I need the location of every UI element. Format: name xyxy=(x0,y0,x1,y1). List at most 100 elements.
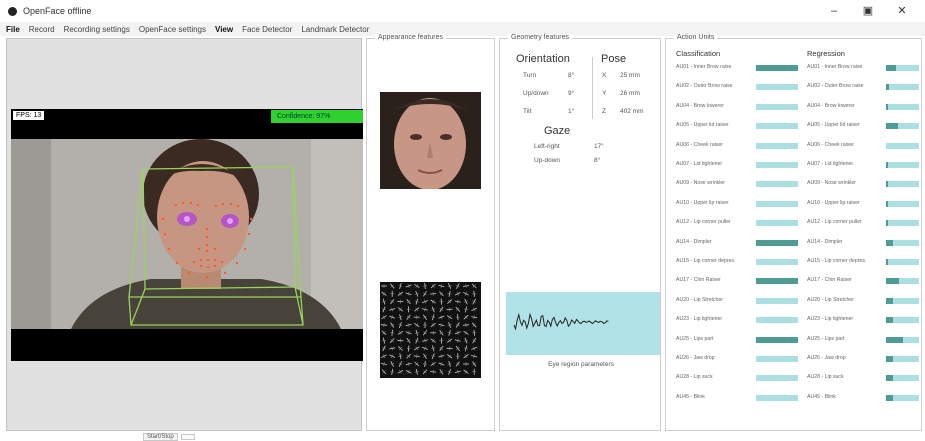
start-stop-button[interactable]: Start/Stop xyxy=(143,432,178,441)
orientation-updown-value: 9° xyxy=(568,90,575,97)
pose-z-value: 402 mm xyxy=(620,108,644,115)
au-classification-bar xyxy=(756,181,798,188)
classification-row: AU26 - Jaw drop xyxy=(676,354,802,364)
au-regression-fill xyxy=(886,278,899,285)
menu-record[interactable]: Record xyxy=(29,25,55,34)
au-regression-bar xyxy=(886,142,919,149)
au-classification-bar xyxy=(756,297,798,304)
eye-region-plot xyxy=(506,292,660,355)
au-classification-bar xyxy=(756,356,798,362)
au-classification-bar xyxy=(756,200,798,207)
au-classification-bar xyxy=(756,123,798,130)
au-regression-bar xyxy=(886,317,919,324)
video-panel: FPS: 13 Confidence: 97% xyxy=(6,38,363,431)
au-regression-fill xyxy=(886,297,893,304)
au-label: AU15 - Lip corner depres. xyxy=(807,258,867,264)
geometry-legend: Geometry features xyxy=(508,34,572,41)
classification-row: AU45 - Blink xyxy=(676,393,802,403)
menu-landmark-detector[interactable]: Landmark Detector xyxy=(301,25,369,34)
menu-view[interactable]: View xyxy=(215,25,233,34)
minimize-button[interactable]: – xyxy=(817,2,851,20)
au-classification-bar xyxy=(756,103,798,110)
menu-face-detector[interactable]: Face Detector xyxy=(242,25,292,34)
regression-row: AU06 - Cheek raiser xyxy=(807,141,919,151)
au-label: AU17 - Chin Raiser xyxy=(807,277,852,284)
au-regression-bar xyxy=(886,200,919,207)
close-button[interactable]: ✕ xyxy=(885,2,919,20)
regression-row: AU20 - Lip Stretcher xyxy=(807,296,919,306)
au-regression-fill xyxy=(886,375,894,382)
regression-row: AU15 - Lip corner depres. xyxy=(807,257,919,267)
au-classification-fill xyxy=(756,336,798,343)
pose-x-axis: X xyxy=(602,72,607,79)
au-regression-bar xyxy=(886,220,919,227)
au-regression-bar xyxy=(886,356,919,362)
au-classification-bar xyxy=(756,162,798,168)
classification-row: AU17 - Chin Raiser xyxy=(676,276,802,286)
au-label: AU06 - Cheek raiser xyxy=(676,141,723,148)
au-classification-bar xyxy=(756,336,798,343)
gaze-updown-label: Up-down xyxy=(534,157,561,164)
au-label: AU23 - Lip tightener xyxy=(807,316,854,323)
regression-row: AU04 - Brow lowerer xyxy=(807,102,919,112)
au-classification-bar xyxy=(756,220,798,227)
au-label: AU01 - Inner Brow raise xyxy=(676,64,732,70)
au-classification-bar xyxy=(756,259,798,265)
au-regression-bar xyxy=(886,181,919,188)
video-frame xyxy=(11,139,363,329)
pose-y-axis: Y xyxy=(602,90,607,97)
geometry-panel: Geometry features Orientation Pose Turn … xyxy=(499,34,661,431)
au-regression-bar xyxy=(886,239,919,246)
regression-row: AU25 - Lips part xyxy=(807,335,919,345)
au-regression-bar xyxy=(886,336,919,343)
menu-recording-settings[interactable]: Recording settings xyxy=(64,25,130,34)
orientation-tilt-label: Tilt xyxy=(523,108,532,115)
aligned-face-image xyxy=(380,92,481,189)
regression-row: AU23 - Lip tightener xyxy=(807,315,919,325)
au-label: AU12 - Lip corner puller xyxy=(807,219,862,226)
au-classification-fill xyxy=(756,65,798,71)
au-label: AU06 - Cheek raiser xyxy=(807,141,854,148)
au-classification-bar xyxy=(756,278,798,285)
regression-row: AU05 - Upper lid raiser xyxy=(807,121,919,131)
menu-bar: File Record Recording settings OpenFace … xyxy=(0,22,925,36)
au-regression-fill xyxy=(886,123,898,130)
regression-row: AU45 - Blink xyxy=(807,393,919,403)
au-label: AU26 - Jaw drop xyxy=(676,355,715,361)
au-regression-fill xyxy=(886,336,904,343)
au-label: AU04 - Brow lowerer xyxy=(676,102,724,109)
classification-row: AU05 - Upper lid raiser xyxy=(676,121,802,131)
au-classification-bar xyxy=(756,142,798,149)
geometry-divider xyxy=(592,57,593,119)
au-label: AU07 - Lid tightener xyxy=(676,161,723,167)
orientation-updown-label: Up/down xyxy=(523,90,549,97)
video-overlay-bar: FPS: 13 Confidence: 97% xyxy=(11,109,363,139)
regression-row: AU17 - Chin Raiser xyxy=(807,276,919,286)
au-regression-fill xyxy=(886,84,889,91)
au-label: AU02 - Outer Brow raise xyxy=(676,83,733,90)
au-label: AU45 - Blink xyxy=(676,393,705,400)
maximize-button[interactable]: ▣ xyxy=(851,2,885,20)
au-label: AU10 - Upper lip raiser xyxy=(807,199,860,206)
classification-row: AU20 - Lip Stretcher xyxy=(676,296,802,306)
au-label: AU04 - Brow lowerer xyxy=(807,102,855,109)
au-classification-bar xyxy=(756,239,798,246)
video-bottom-bar xyxy=(11,329,363,361)
au-label: AU23 - Lip tightener xyxy=(676,316,723,323)
au-classification-bar xyxy=(756,394,798,401)
menu-file[interactable]: File xyxy=(6,25,20,34)
au-classification-bar xyxy=(756,65,798,71)
au-label: AU09 - Nose wrinkler xyxy=(807,180,857,187)
classification-row: AU02 - Outer Brow raise xyxy=(676,82,802,92)
au-classification-bar xyxy=(756,375,798,382)
orientation-turn-label: Turn xyxy=(523,72,537,79)
status-strip: Start/Stop xyxy=(143,432,195,441)
menu-openface-settings[interactable]: OpenFace settings xyxy=(139,25,206,34)
au-regression-fill xyxy=(886,65,896,71)
au-label: AU01 - Inner Brow raise xyxy=(807,64,863,70)
au-classification-bar xyxy=(756,317,798,324)
au-regression-bar xyxy=(886,103,919,110)
regression-row: AU02 - Outer Brow raise xyxy=(807,82,919,92)
au-label: AU02 - Outer Brow raise xyxy=(807,83,864,90)
action-units-panel: Action Units Classification Regression A… xyxy=(665,34,922,431)
